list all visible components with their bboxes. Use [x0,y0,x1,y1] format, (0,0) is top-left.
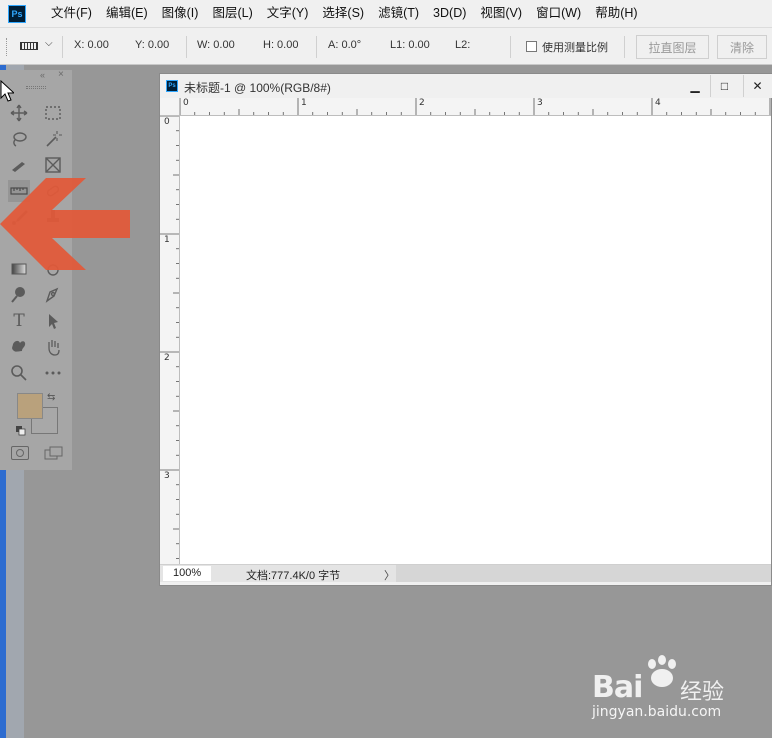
zoom-tool-icon[interactable] [8,362,30,384]
h-readout: H: 0.00 [263,39,299,51]
ruler-origin[interactable] [160,98,180,116]
separator [624,36,625,58]
collapse-icon[interactable]: « [40,70,45,80]
ruler-tool-preset-icon[interactable] [20,42,38,50]
annotation-arrow-icon [0,178,130,270]
watermark-url: jingyan.baidu.com [592,704,722,720]
separator [316,36,317,58]
use-measurement-scale-label: 使用测量比例 [542,42,608,54]
hand-tool-icon[interactable] [42,336,64,358]
document-ps-icon: Ps [166,80,178,92]
mouse-cursor-icon [0,80,14,102]
watermark-logo-suffix: 经验 [680,680,725,705]
move-tool-icon[interactable] [8,102,30,124]
menu-view[interactable]: 视图(V) [473,0,529,27]
ruler-label: 1 [164,235,170,245]
document-info: 文档:777.4K/0 字节 [246,570,341,582]
ruler-label: 3 [537,98,543,108]
quick-mask-icon[interactable] [11,446,29,460]
close-icon[interactable]: × [58,69,64,80]
menu-select[interactable]: 选择(S) [315,0,371,27]
ruler-label: 3 [164,471,170,481]
l1-readout: L1: 0.00 [390,39,430,51]
crop-tool-icon[interactable] [8,154,30,176]
menu-type[interactable]: 文字(Y) [260,0,316,27]
lasso-tool-icon[interactable] [8,128,30,150]
zoom-level: 100% [173,567,202,579]
close-button[interactable]: ✕ [743,75,771,97]
straighten-layer-button[interactable]: 拉直图层 [636,35,709,59]
menu-image[interactable]: 图像(I) [155,0,206,27]
baidu-jingyan-watermark: Bai 经验 jingyan.baidu.com [592,654,762,724]
menu-filter[interactable]: 滤镜(T) [371,0,426,27]
w-readout: W: 0.00 [197,39,235,51]
ruler-label: 4 [655,98,661,108]
foreground-color-swatch[interactable] [17,393,43,419]
use-measurement-scale-checkbox[interactable] [526,41,537,52]
document-status-bar: 100% 文档:777.4K/0 字节 〉 [160,564,771,582]
default-colors-icon[interactable] [16,425,26,436]
menu-layer[interactable]: 图层(L) [205,0,259,27]
y-readout: Y: 0.00 [135,39,170,51]
menu-3d[interactable]: 3D(D) [426,0,473,27]
x-readout: X: 0.00 [74,39,109,51]
custom-shape-tool-icon[interactable] [8,336,30,358]
vertical-ruler[interactable]: 0 1 2 3 [160,116,180,564]
ruler-label: 1 [301,98,307,108]
clear-button[interactable]: 清除 [717,35,767,59]
screen-mode-icon[interactable] [44,446,64,460]
document-canvas[interactable] [180,116,771,564]
tools-panel: « × T ⇆ [0,69,72,470]
frame-tool-icon[interactable] [42,154,64,176]
menu-window[interactable]: 窗口(W) [529,0,588,27]
separator [186,36,187,58]
minimize-button[interactable]: ▁ [681,75,709,97]
horizontal-ruler[interactable]: 0 1 2 3 4 [180,98,771,116]
separator [510,36,511,58]
separator [62,36,63,58]
menu-bar: Ps 文件(F) 编辑(E) 图像(I) 图层(L) 文字(Y) 选择(S) 滤… [0,0,772,27]
baidu-paw-icon [648,655,676,687]
panel-grip[interactable] [26,86,46,89]
chevron-down-icon[interactable]: ⌵ [45,38,53,49]
menu-file[interactable]: 文件(F) [44,0,99,27]
document-title-bar[interactable]: Ps 未标题-1 @ 100%(RGB/8#) ▁ □ ✕ [160,74,772,98]
maximize-button[interactable]: □ [710,75,738,97]
document-title: 未标题-1 @ 100%(RGB/8#) [184,81,331,95]
photoshop-logo: Ps [8,4,26,23]
swap-colors-icon[interactable]: ⇆ [47,392,55,403]
ruler-label: 2 [164,353,170,363]
angle-readout: A: 0.0° [328,39,362,51]
pen-tool-icon[interactable] [42,284,64,306]
marquee-tool-icon[interactable] [42,102,64,124]
l2-readout: L2: [455,39,471,51]
type-tool-icon[interactable]: T [8,310,30,332]
menu-edit[interactable]: 编辑(E) [99,0,155,27]
ruler-label: 0 [164,117,170,127]
document-window: Ps 未标题-1 @ 100%(RGB/8#) ▁ □ ✕ 0 1 2 3 4 … [159,73,772,586]
more-tools-icon[interactable] [42,362,64,384]
horizontal-scrollbar[interactable] [396,565,771,582]
watermark-logo: Bai [592,670,643,705]
menu-help[interactable]: 帮助(H) [588,0,644,27]
options-bar: ⌵ X: 0.00 Y: 0.00 W: 0.00 H: 0.00 A: 0.0… [0,27,772,65]
dodge-tool-icon[interactable] [8,284,30,306]
magic-wand-tool-icon[interactable] [42,128,64,150]
options-grip[interactable] [6,38,9,56]
path-selection-tool-icon[interactable] [42,310,64,332]
status-menu-arrow-icon[interactable]: 〉 [384,567,395,583]
ruler-label: 0 [183,98,189,108]
ruler-label: 2 [419,98,425,108]
